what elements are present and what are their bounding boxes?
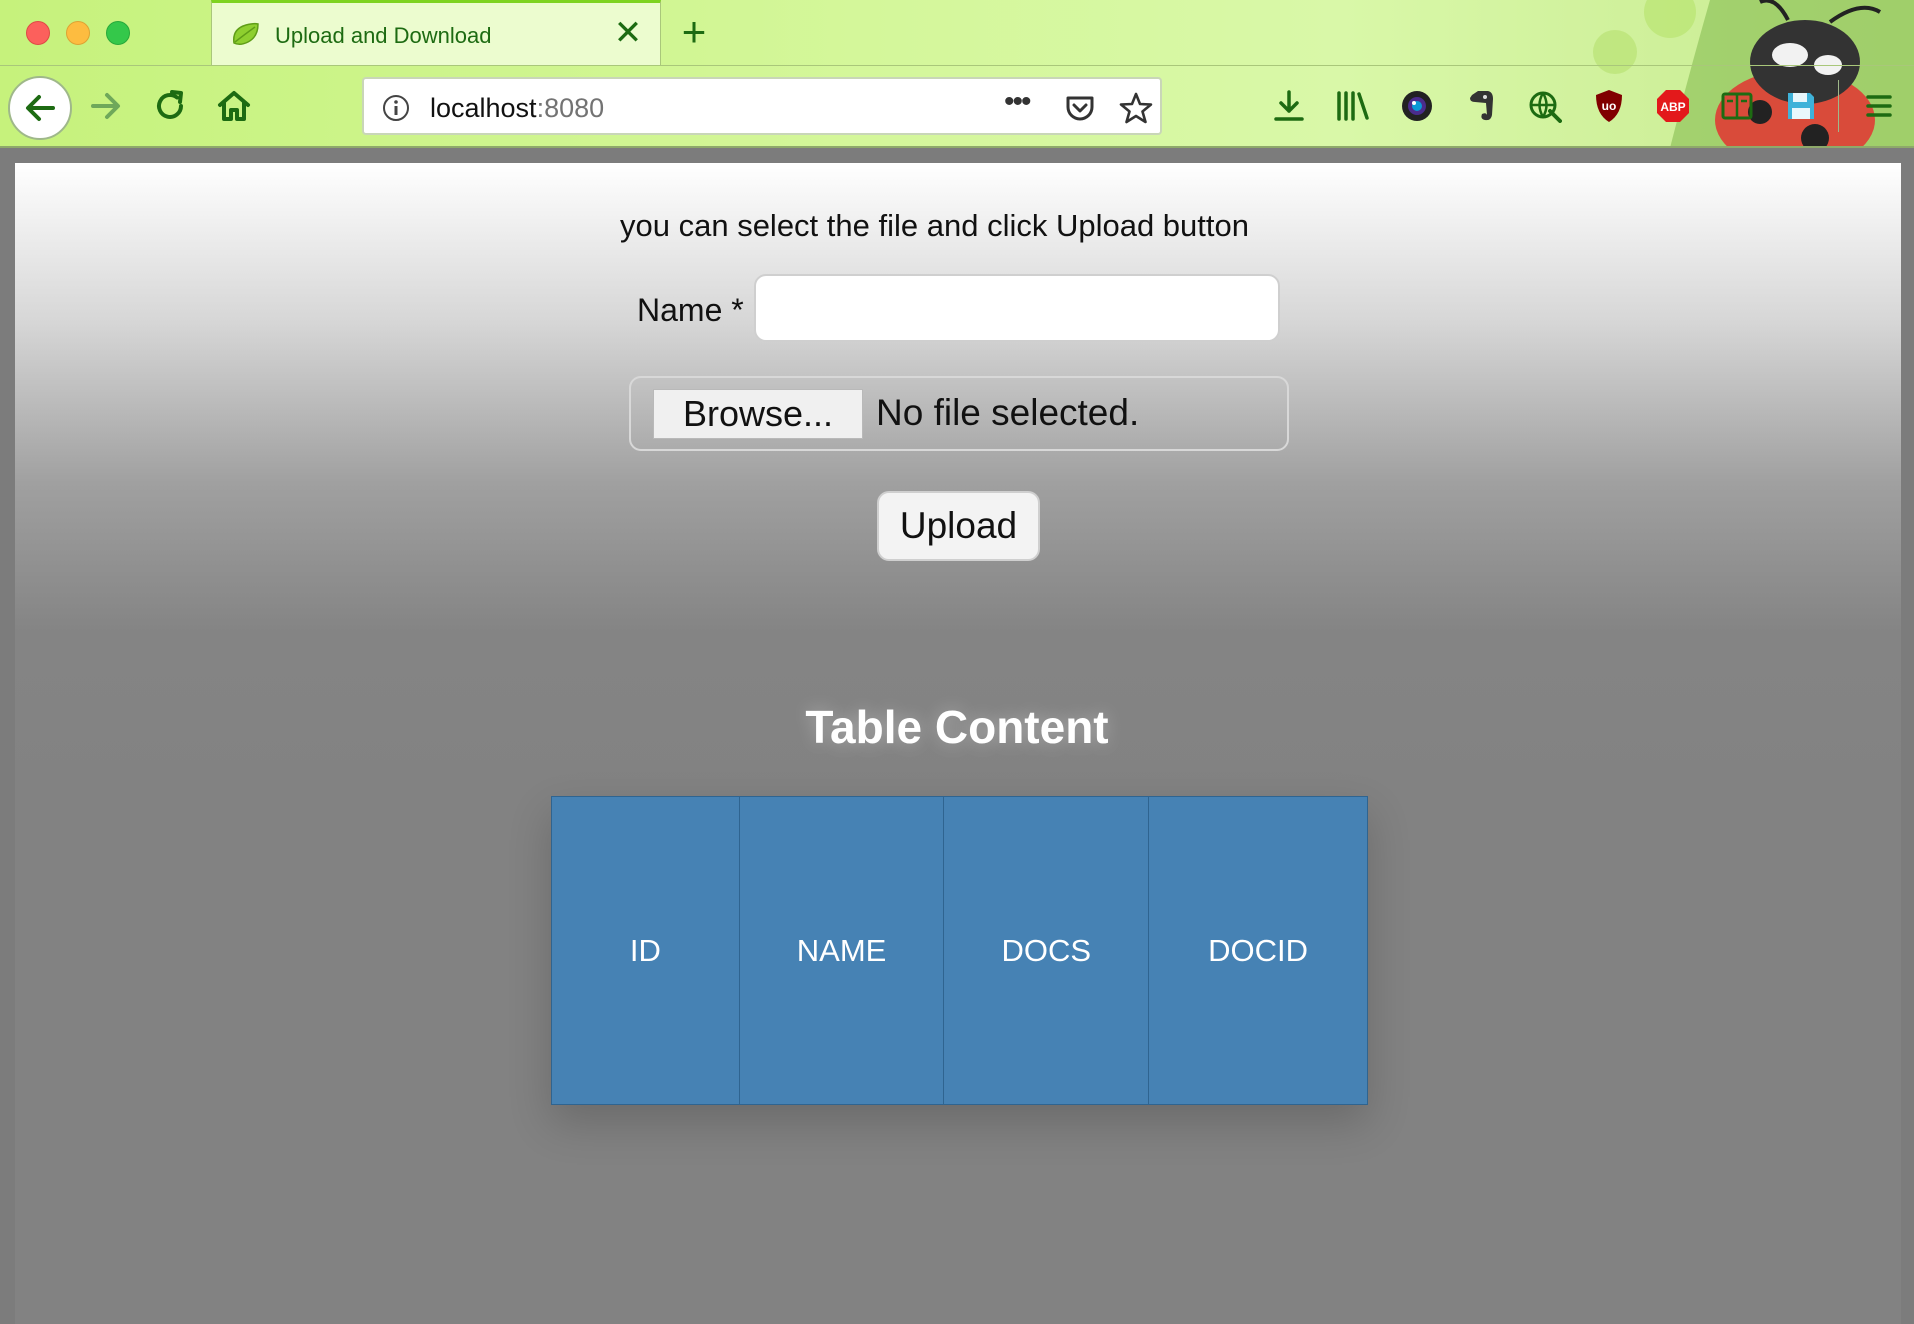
info-icon[interactable] — [382, 94, 410, 122]
ublock-label: uo — [1602, 99, 1617, 113]
header-name: NAME — [738, 796, 945, 1105]
arrow-left-icon — [26, 95, 55, 121]
menu-icon[interactable] — [1860, 87, 1898, 125]
pocket-icon[interactable] — [1064, 92, 1096, 124]
evernote-icon[interactable] — [1462, 87, 1500, 125]
viewport-top-margin — [0, 148, 1914, 163]
back-button[interactable] — [8, 76, 72, 140]
home-button[interactable] — [206, 78, 262, 134]
ublock-icon[interactable]: uo — [1590, 87, 1628, 125]
upload-button[interactable]: Upload — [877, 491, 1040, 561]
adblock-plus-label: ABP — [1660, 100, 1685, 114]
reader-view-icon[interactable] — [1718, 87, 1756, 125]
header-docid: DOCID — [1148, 796, 1368, 1105]
home-icon — [218, 91, 250, 121]
url-bar[interactable]: localhost:8080 ••• — [362, 77, 1162, 135]
file-input[interactable]: Browse... No file selected. — [629, 376, 1289, 451]
camera-extension-icon[interactable] — [1398, 87, 1436, 125]
table-title: Table Content — [805, 701, 1109, 753]
forward-button[interactable] — [78, 78, 134, 134]
file-status-text: No file selected. — [876, 392, 1140, 433]
url-host: localhost — [430, 93, 537, 123]
url-text[interactable]: localhost:8080 — [430, 93, 604, 124]
browser-chrome: Upload and Download ✕ + localhost:8080 •… — [0, 0, 1914, 148]
content-table: ID NAME DOCS DOCID — [551, 796, 1368, 1105]
adblock-plus-icon[interactable]: ABP — [1654, 87, 1692, 125]
reload-button[interactable] — [142, 78, 198, 134]
table-header-row: ID NAME DOCS DOCID — [551, 796, 1368, 1105]
window-minimize-button[interactable] — [66, 21, 90, 45]
download-icon[interactable] — [1270, 87, 1308, 125]
close-tab-icon[interactable]: ✕ — [612, 16, 644, 50]
save-icon[interactable] — [1782, 87, 1820, 125]
arrow-right-icon — [91, 93, 120, 119]
navigation-toolbar: localhost:8080 ••• uo ABP — [0, 66, 1914, 148]
browse-button[interactable]: Browse... — [653, 389, 863, 439]
toolbar-separator — [1838, 80, 1839, 132]
name-label: Name * — [637, 292, 744, 328]
header-docs: DOCS — [943, 796, 1150, 1105]
page-actions-icon[interactable]: ••• — [1004, 85, 1031, 119]
instructions-text: you can select the file and click Upload… — [620, 208, 1249, 243]
reload-icon — [157, 90, 183, 119]
window-zoom-button[interactable] — [106, 21, 130, 45]
leaf-icon — [233, 22, 259, 46]
library-icon[interactable] — [1334, 87, 1372, 125]
name-input[interactable] — [754, 274, 1280, 342]
tab-bar: Upload and Download ✕ + — [0, 0, 1914, 66]
url-port: :8080 — [536, 93, 605, 123]
header-id: ID — [551, 796, 740, 1105]
new-tab-icon[interactable]: + — [676, 11, 712, 53]
globe-extension-icon[interactable] — [1526, 87, 1564, 125]
tab-upload-and-download[interactable]: Upload and Download ✕ — [211, 0, 661, 66]
window-close-button[interactable] — [26, 21, 50, 45]
tab-title: Upload and Download — [275, 23, 492, 48]
bookmark-star-icon[interactable] — [1119, 91, 1153, 125]
